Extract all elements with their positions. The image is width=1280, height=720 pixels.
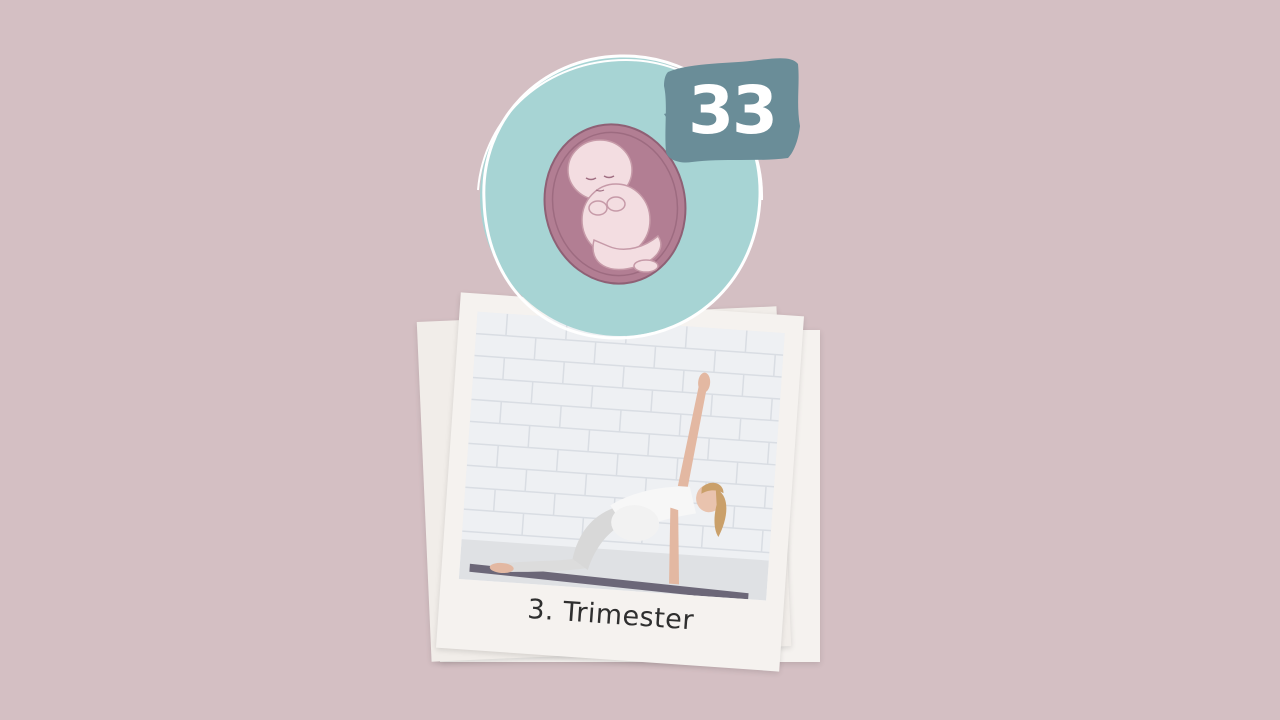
polaroid-photo: 3. Trimester bbox=[436, 292, 804, 672]
week-badge: 33 bbox=[662, 54, 802, 166]
yoga-photo bbox=[458, 311, 785, 601]
week-number: 33 bbox=[688, 71, 778, 149]
pregnant-woman-yoga-image bbox=[458, 311, 785, 601]
week-card: 3. Trimester 33 bbox=[0, 0, 1280, 720]
